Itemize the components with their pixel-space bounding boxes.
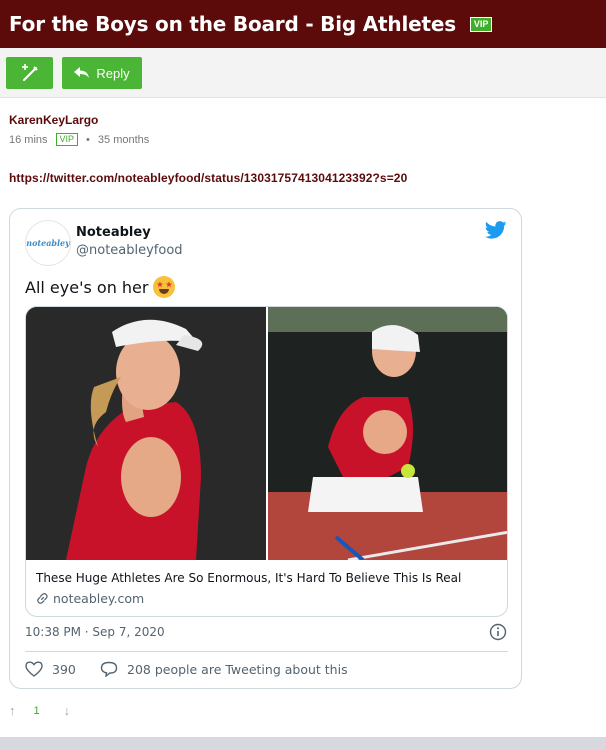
tweet-text: All eye's on her: [25, 276, 176, 298]
post-meta: 16 mins VIP • 35 months: [9, 133, 149, 146]
post-link[interactable]: https://twitter.com/noteableyfood/status…: [9, 171, 407, 185]
star-eye-left: [156, 281, 164, 288]
magic-wand-edit-icon: [21, 64, 38, 81]
card-domain-text: noteabley.com: [53, 591, 145, 606]
tweet-author-handle[interactable]: @noteableyfood: [76, 243, 183, 258]
like-count: 390: [52, 661, 76, 677]
arrow-down-icon[interactable]: ↓: [64, 703, 71, 718]
reply-label: Reply: [96, 65, 130, 81]
card-title[interactable]: These Huge Athletes Are So Enormous, It'…: [36, 571, 461, 585]
vip-badge: VIP: [469, 16, 493, 32]
card-image-left: [26, 307, 266, 560]
twitter-bird-icon[interactable]: [484, 221, 507, 243]
link-icon: [37, 592, 48, 604]
vote-controls: ↑ 1 ↓: [9, 703, 70, 718]
card-domain[interactable]: noteabley.com: [36, 591, 144, 606]
star-eye-right: [165, 281, 173, 288]
tweet-author-name[interactable]: Noteabley: [76, 225, 151, 240]
author-vip-badge: VIP: [55, 133, 79, 146]
link-card[interactable]: These Huge Athletes Are So Enormous, It'…: [25, 306, 508, 617]
tweet-text-content: All eye's on her: [25, 277, 149, 297]
post-author[interactable]: KarenKeyLargo: [9, 113, 98, 127]
thread-toolbar: Reply: [0, 48, 606, 98]
tweet-divider: [25, 651, 508, 652]
tweeting-about-text: 208 people are Tweeting about this: [127, 661, 348, 677]
heart-icon: [25, 661, 43, 677]
emoji-mouth: [159, 289, 170, 294]
bottom-divider-bar: [0, 737, 606, 750]
tweet-like-button[interactable]: 390: [25, 661, 76, 677]
post-time: 16 mins: [9, 133, 48, 146]
tweet-avatar[interactable]: noteabley: [25, 220, 71, 266]
avatar-logo-text: noteabley: [26, 238, 70, 248]
info-icon[interactable]: [489, 623, 507, 645]
speech-bubble-icon: [100, 661, 118, 677]
edit-button[interactable]: [6, 57, 53, 89]
account-age: 35 months: [97, 133, 150, 146]
thread-title: For the Boys on the Board - Big Athletes: [9, 12, 456, 36]
card-image[interactable]: [26, 307, 507, 560]
vote-count: 1: [33, 704, 40, 717]
reply-button[interactable]: Reply: [62, 57, 142, 89]
tweet-conversation-link[interactable]: 208 people are Tweeting about this: [100, 661, 348, 677]
embedded-tweet[interactable]: noteabley Noteabley @noteableyfood All e…: [9, 208, 522, 689]
star-struck-emoji-icon: [153, 276, 176, 298]
arrow-up-icon[interactable]: ↑: [9, 703, 16, 718]
meta-separator: •: [86, 133, 90, 146]
card-image-right: [268, 307, 507, 560]
reply-arrow-icon: [74, 67, 90, 78]
tweet-timestamp[interactable]: 10:38 PM · Sep 7, 2020: [25, 625, 165, 639]
thread-header: For the Boys on the Board - Big Athletes…: [0, 0, 606, 48]
